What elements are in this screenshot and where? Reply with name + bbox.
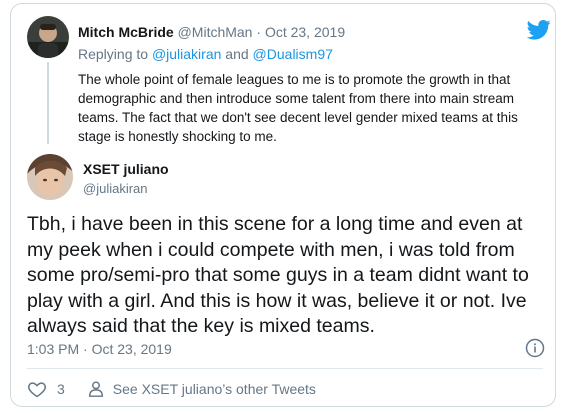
parent-tweet-header: Mitch McBride @MitchMan · Oct 23, 2019 xyxy=(78,24,345,40)
thread-connector-line xyxy=(47,62,49,144)
user-icon[interactable] xyxy=(87,380,105,398)
embedded-tweet-card: Mitch McBride @MitchMan · Oct 23, 2019 R… xyxy=(10,3,556,407)
parent-author-avatar[interactable] xyxy=(27,16,69,58)
tweet-actions: 3 See XSET juliano’s other Tweets xyxy=(27,377,316,401)
divider xyxy=(27,368,543,369)
see-other-tweets-link[interactable]: See XSET juliano’s other Tweets xyxy=(113,381,316,397)
replying-to-label: Replying to xyxy=(78,46,149,62)
main-tweet-text: Tbh, i have been in this scene for a lon… xyxy=(27,213,529,337)
replying-and-label: and xyxy=(225,46,249,62)
meta-separator: · xyxy=(256,24,262,40)
main-author-avatar[interactable] xyxy=(27,154,73,200)
twitter-bird-icon[interactable] xyxy=(527,20,551,40)
main-author-name[interactable]: XSET juliano xyxy=(83,161,169,177)
main-author-handle[interactable]: @juliakiran xyxy=(83,181,148,196)
like-count[interactable]: 3 xyxy=(57,381,65,397)
parent-author-name[interactable]: Mitch McBride xyxy=(78,24,174,40)
parent-author-handle[interactable]: @MitchMan xyxy=(178,24,253,40)
mention-link[interactable]: @juliakiran xyxy=(152,46,221,62)
info-icon[interactable] xyxy=(525,338,545,358)
heart-icon[interactable] xyxy=(27,379,47,399)
mention-link[interactable]: @Dualism97 xyxy=(253,46,333,62)
parent-tweet-date[interactable]: Oct 23, 2019 xyxy=(265,24,345,40)
tweet-timestamp[interactable]: 1:03 PM · Oct 23, 2019 xyxy=(27,341,172,357)
replying-to-line: Replying to @juliakiran and @Dualism97 xyxy=(78,46,333,62)
parent-tweet-text: The whole point of female leagues to me … xyxy=(78,72,518,144)
